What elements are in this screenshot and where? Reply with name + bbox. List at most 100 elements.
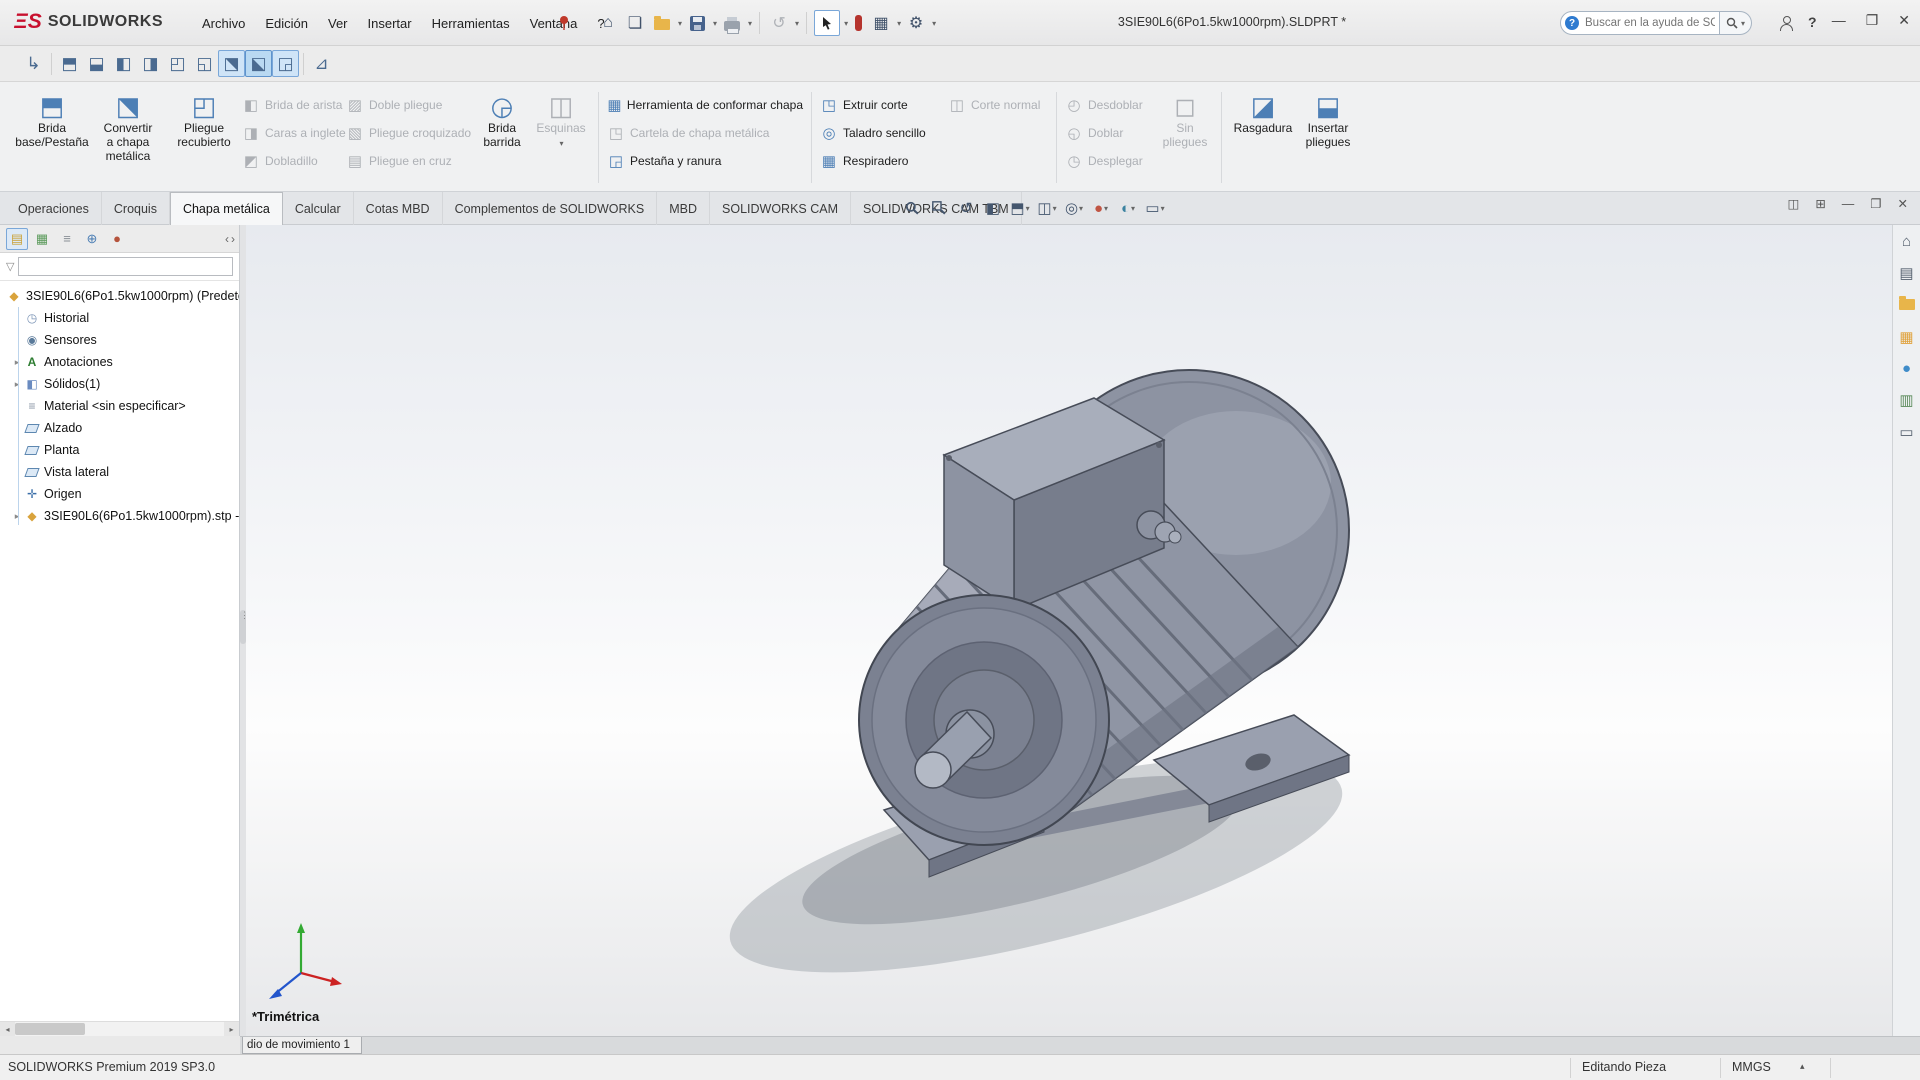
panel-horizontal-scrollbar[interactable]: ◂ ▸ xyxy=(0,1021,239,1036)
tab-calcular[interactable]: Calcular xyxy=(283,192,354,225)
user-account-icon[interactable] xyxy=(1778,15,1794,31)
undo-icon[interactable]: ↺ xyxy=(767,10,791,36)
search-input[interactable] xyxy=(1560,11,1720,35)
scroll-right-icon[interactable]: ▸ xyxy=(224,1022,239,1036)
apply-scene-icon[interactable]: ◐▾ xyxy=(1116,195,1140,221)
tree-item-vista-lateral[interactable]: Vista lateral xyxy=(0,461,239,483)
minimize-button[interactable]: — xyxy=(1832,12,1846,29)
esquinas-caret-icon[interactable]: ▾ xyxy=(559,139,563,148)
doc-restore-button[interactable]: ❐ xyxy=(1870,196,1881,211)
record-indicator-icon[interactable] xyxy=(855,15,862,31)
menu-insertar[interactable]: Insertar xyxy=(358,11,422,36)
dobladillo-button[interactable]: ◩Dobladillo xyxy=(242,150,346,171)
menu-archivo[interactable]: Archivo xyxy=(192,11,255,36)
settings-gear-icon[interactable]: ⚙ xyxy=(904,10,928,36)
file-explorer-icon[interactable] xyxy=(1899,296,1915,314)
menu-ventana[interactable]: Ventana xyxy=(520,11,588,36)
view-cube-right-icon[interactable]: ◨ xyxy=(137,50,164,77)
pane-grid-icon[interactable]: ⊞ xyxy=(1815,196,1825,211)
pin-menu-icon[interactable] xyxy=(558,15,570,34)
design-library-icon[interactable]: ▤ xyxy=(1899,264,1913,282)
tree-item-material[interactable]: ≡ Material <sin especificar> xyxy=(0,395,239,417)
brida-arista-button[interactable]: ◧Brida de arista xyxy=(242,94,346,115)
print-caret-icon[interactable]: ▾ xyxy=(748,19,752,28)
view-trimetric-icon[interactable]: ⬕ xyxy=(245,50,272,77)
tree-item-anotaciones[interactable]: ▸ A Anotaciones xyxy=(0,351,239,373)
forum-icon[interactable]: ▭ xyxy=(1899,423,1913,441)
options-grid-icon[interactable]: ▦ xyxy=(869,10,893,36)
hide-show-items-icon[interactable]: ◎▾ xyxy=(1062,195,1086,221)
search-caret-icon[interactable]: ▾ xyxy=(1741,19,1745,28)
tree-item-alzado[interactable]: Alzado xyxy=(0,417,239,439)
view-cube-front-icon[interactable]: ⬒ xyxy=(56,50,83,77)
home-icon[interactable]: ⌂ xyxy=(596,10,620,36)
view-cube-back-icon[interactable]: ⬓ xyxy=(83,50,110,77)
custom-properties-icon[interactable]: ▥ xyxy=(1899,391,1913,409)
tree-item-origen[interactable]: ✛ Origen xyxy=(0,483,239,505)
measure-icon[interactable]: ⊿ xyxy=(308,50,335,77)
view-cube-top-icon[interactable]: ◰ xyxy=(164,50,191,77)
cartela-chapa-button[interactable]: ◳Cartela de chapa metálica xyxy=(607,122,803,143)
display-style-icon[interactable]: ◫▾ xyxy=(1035,195,1059,221)
tree-item-planta[interactable]: Planta xyxy=(0,439,239,461)
close-button[interactable]: ✕ xyxy=(1898,12,1910,29)
appearances-icon[interactable]: ● xyxy=(1902,360,1911,377)
zoom-fit-icon[interactable] xyxy=(900,195,924,221)
corte-normal-button[interactable]: ◫Corte normal xyxy=(948,94,1048,115)
doc-close-button[interactable]: ✕ xyxy=(1898,196,1908,211)
sin-pliegues-button[interactable]: ◻ Sin pliegues xyxy=(1157,86,1213,189)
configurationmanager-tab-icon[interactable]: ≡ xyxy=(56,228,78,250)
rasgadura-button[interactable]: ◪ Rasgadura xyxy=(1230,86,1296,189)
maximize-button[interactable]: ❐ xyxy=(1866,12,1879,29)
extruir-corte-button[interactable]: ◳Extruir corte xyxy=(820,94,948,115)
tree-item-solidos[interactable]: ▸ ◧ Sólidos(1) xyxy=(0,373,239,395)
view-iso-icon[interactable]: ⬔ xyxy=(218,50,245,77)
brida-barrida-button[interactable]: ◶ Brida barrida xyxy=(472,86,532,189)
save-icon[interactable] xyxy=(685,10,709,36)
open-document-icon[interactable] xyxy=(650,10,674,36)
units-selector[interactable]: MMGS xyxy=(1732,1060,1771,1074)
open-caret-icon[interactable]: ▾ xyxy=(678,19,682,28)
expand-arrow-icon[interactable]: ▸ xyxy=(10,357,24,368)
convertir-chapa-button[interactable]: ⬔ Convertir a chapa metálica xyxy=(90,86,166,189)
view-orientation-icon[interactable]: ⬒▾ xyxy=(1008,195,1032,221)
panel-tab-prev-icon[interactable]: ‹ xyxy=(225,232,229,246)
doblar-button[interactable]: ◵Doblar xyxy=(1065,122,1157,143)
view-cube-left-icon[interactable]: ◧ xyxy=(110,50,137,77)
desplegar-button[interactable]: ◷Desplegar xyxy=(1065,150,1157,171)
pane-split-icon[interactable]: ◫ xyxy=(1788,196,1800,211)
tab-solidworks-cam[interactable]: SOLIDWORKS CAM xyxy=(710,192,851,225)
menu-edicion[interactable]: Edición xyxy=(255,11,318,36)
doc-minimize-button[interactable]: — xyxy=(1842,197,1855,211)
tree-root-item[interactable]: ◆ 3SIE90L6(6Po1.5kw1000rpm) (Predete xyxy=(0,285,239,307)
zoom-area-icon[interactable] xyxy=(927,195,951,221)
pliegue-recubierto-button[interactable]: ◰ Pliegue recubierto xyxy=(166,86,242,189)
tab-cotas-mbd[interactable]: Cotas MBD xyxy=(354,192,443,225)
conformar-chapa-button[interactable]: ▦Herramienta de conformar chapa xyxy=(607,94,803,115)
scrollbar-thumb[interactable] xyxy=(15,1023,85,1035)
pliegue-croquizado-button[interactable]: ▧Pliegue croquizado xyxy=(346,122,472,143)
print-icon[interactable] xyxy=(720,10,744,36)
esquinas-button[interactable]: ◫ Esquinas ▾ xyxy=(532,86,590,189)
motion-study-tab[interactable]: dio de movimiento 1 xyxy=(242,1037,362,1054)
insertar-pliegues-button[interactable]: ⬓ Insertar pliegues xyxy=(1296,86,1360,189)
search-submit[interactable]: ▾ xyxy=(1720,11,1752,35)
tab-mbd[interactable]: MBD xyxy=(657,192,710,225)
exit-flatten-icon[interactable]: ↳ xyxy=(20,50,47,77)
featuremanager-tab-icon[interactable]: ▤ xyxy=(6,228,28,250)
tree-item-imported-stp[interactable]: ▸ ◆ 3SIE90L6(6Po1.5kw1000rpm).stp - xyxy=(0,505,239,527)
gear-caret-icon[interactable]: ▾ xyxy=(932,19,936,28)
view-settings-icon[interactable]: ▭▾ xyxy=(1143,195,1167,221)
edit-appearance-icon[interactable]: ●▾ xyxy=(1089,195,1113,221)
view-dimetric-icon[interactable]: ◲ xyxy=(272,50,299,77)
resources-home-icon[interactable]: ⌂ xyxy=(1902,233,1911,250)
pliegue-en-cruz-button[interactable]: ▤Pliegue en cruz xyxy=(346,150,472,171)
tab-operaciones[interactable]: Operaciones xyxy=(6,192,102,225)
view-palette-icon[interactable]: ▦ xyxy=(1899,328,1913,346)
tree-item-historial[interactable]: ◷ Historial xyxy=(0,307,239,329)
tab-complementos[interactable]: Complementos de SOLIDWORKS xyxy=(443,192,658,225)
previous-view-icon[interactable]: ↺ xyxy=(954,195,978,221)
displaymanager-tab-icon[interactable]: ● xyxy=(106,228,128,250)
graphics-viewport[interactable]: *Trimétrica xyxy=(246,225,1892,1036)
respiradero-button[interactable]: ▦Respiradero xyxy=(820,150,948,171)
